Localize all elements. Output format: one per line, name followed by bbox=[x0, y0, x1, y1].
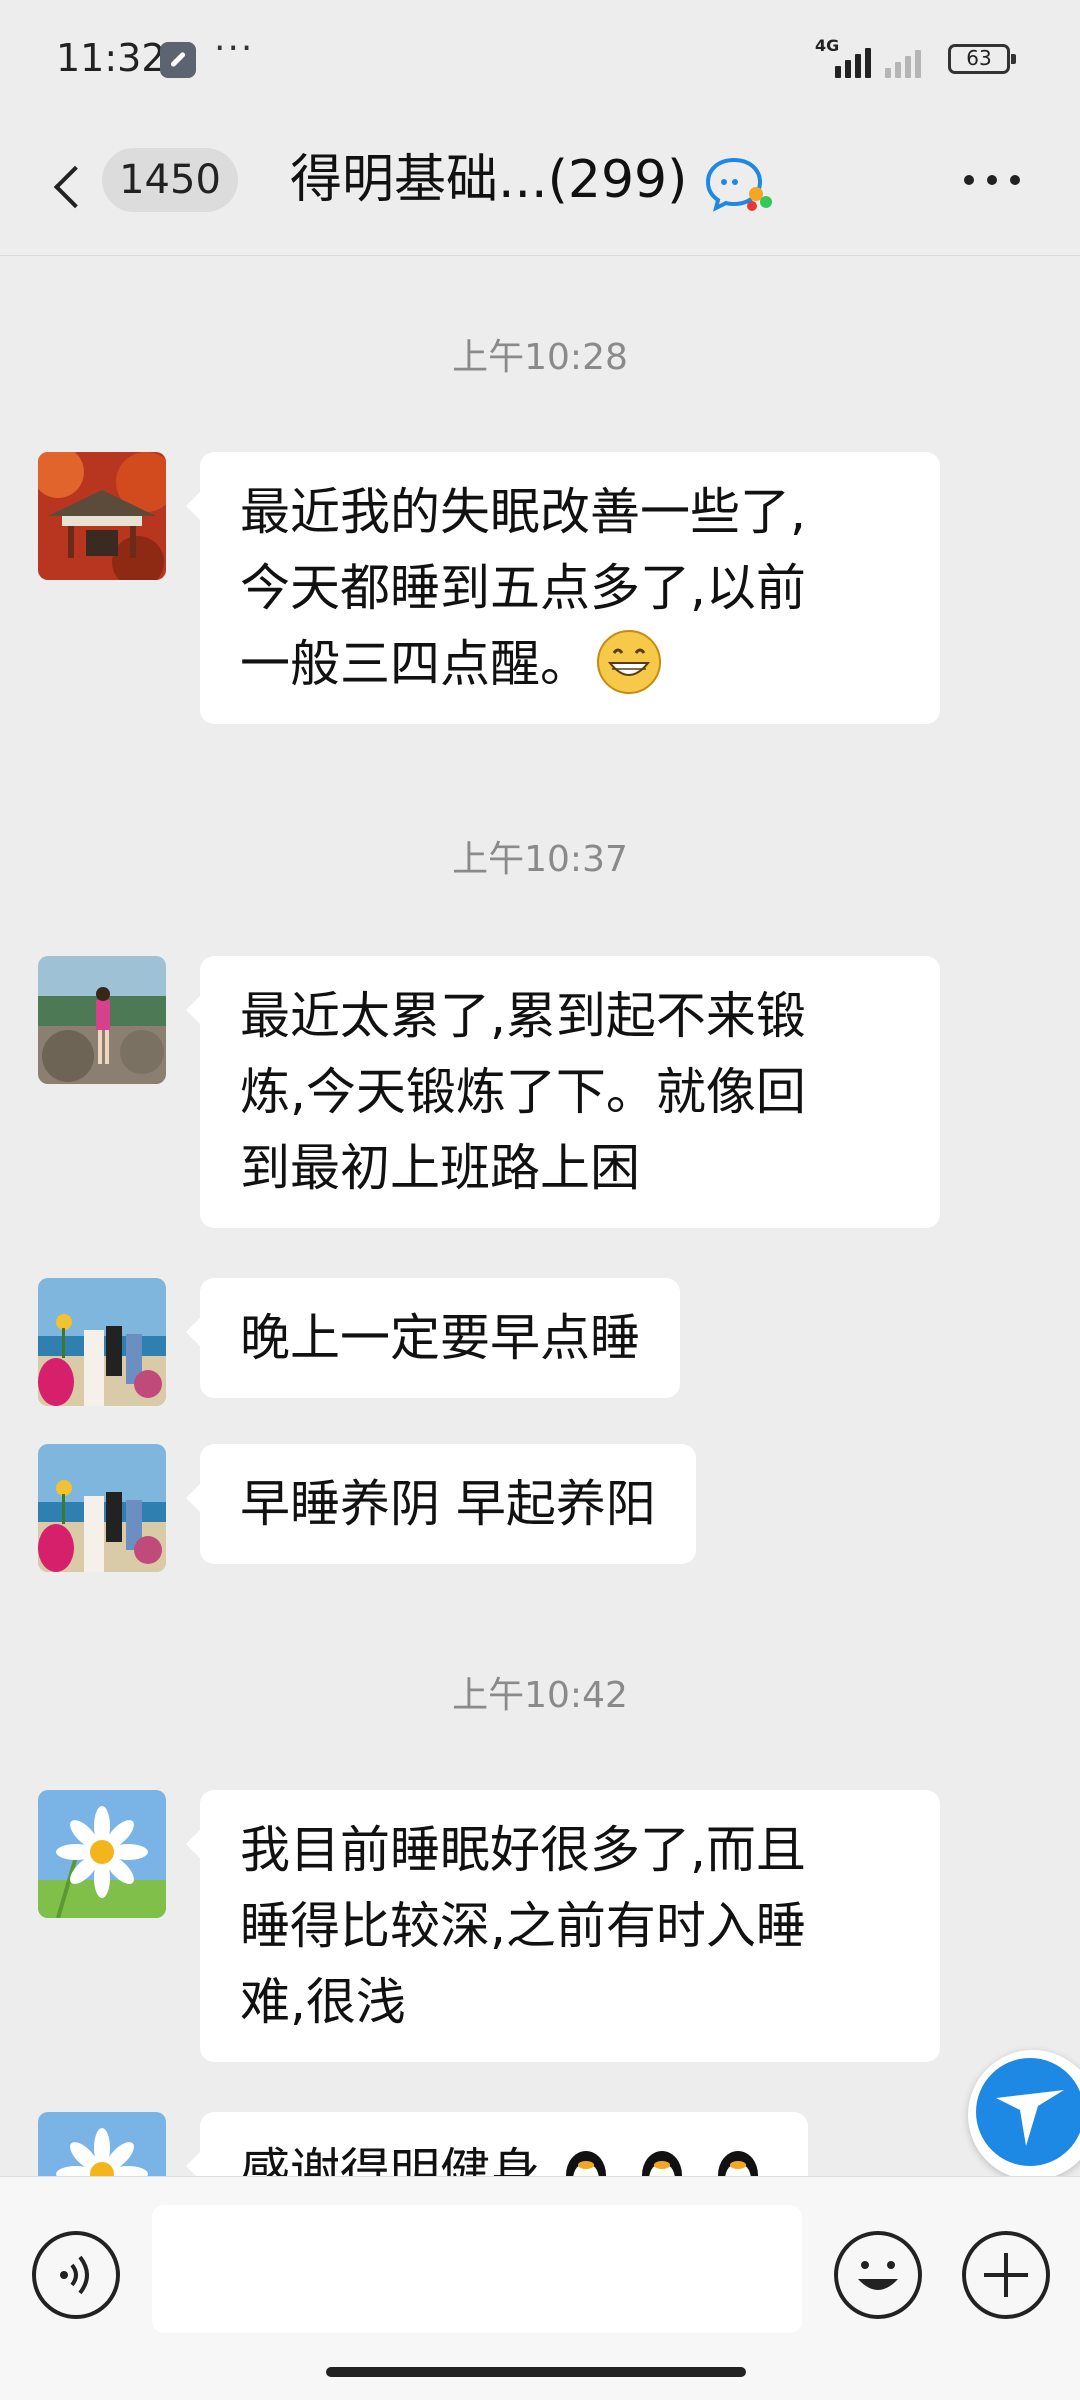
message-line-with-emoji: 一般三四点醒。 bbox=[240, 626, 900, 702]
voice-icon bbox=[60, 2255, 89, 2295]
timestamp: 上午10:28 bbox=[452, 337, 628, 378]
timestamp: 上午10:42 bbox=[452, 1675, 628, 1716]
status-time: 11:32 bbox=[56, 36, 166, 80]
unread-count-badge[interactable]: 1450 bbox=[102, 148, 238, 212]
grinning-face-icon bbox=[597, 630, 661, 694]
avatar[interactable] bbox=[38, 1444, 166, 1572]
avatar[interactable] bbox=[38, 1278, 166, 1406]
message-bubble[interactable]: 最近太累了,累到起不来锻 炼,今天锻炼了下。就像回 到最初上班路上困 bbox=[186, 956, 940, 1228]
status-overflow-icon: ··· bbox=[214, 28, 255, 69]
more-dots-icon[interactable] bbox=[952, 148, 1032, 212]
message-line: 我目前睡眠好很多了,而且 bbox=[240, 1821, 806, 1879]
message-line: 难,很浅 bbox=[240, 1973, 406, 2031]
avatar[interactable] bbox=[38, 956, 166, 1084]
message-line: 一般三四点醒。 bbox=[240, 635, 590, 693]
chat-title[interactable]: 得明基础...(299) bbox=[290, 142, 687, 218]
message-line: 晚上一定要早点睡 bbox=[240, 1309, 640, 1367]
emoji-icon bbox=[858, 2261, 898, 2290]
message-bubble[interactable]: 我目前睡眠好很多了,而且 睡得比较深,之前有时入睡 难,很浅 bbox=[186, 1790, 940, 2062]
floating-assist-button[interactable] bbox=[968, 2050, 1080, 2180]
battery-level: 63 bbox=[966, 46, 992, 70]
message-input-bar bbox=[0, 2176, 1080, 2400]
message-line: 到最初上班路上困 bbox=[240, 1139, 640, 1197]
floating-assist-icon bbox=[976, 2058, 1080, 2166]
battery-icon: 63 bbox=[948, 44, 1016, 74]
chat-header: 1450 得明基础...(299) bbox=[0, 120, 1080, 256]
message-line: 最近我的失眠改善一些了, bbox=[240, 483, 806, 541]
plus-button[interactable] bbox=[962, 2231, 1050, 2319]
back-arrow-icon[interactable] bbox=[48, 152, 88, 224]
wrench-icon bbox=[160, 42, 196, 78]
message-line: 早睡养阴 早起养阳 bbox=[240, 1475, 656, 1533]
message-bubble[interactable]: 最近我的失眠改善一些了, 今天都睡到五点多了,以前 一般三四点醒。 bbox=[186, 452, 940, 724]
voice-input-button[interactable] bbox=[32, 2231, 120, 2319]
chat-screen: 11:32 ··· 4G 63 1450 得明基础...(299) 上午10:2… bbox=[0, 0, 1080, 2400]
message-line: 睡得比较深,之前有时入睡 bbox=[240, 1897, 806, 1955]
message-bubble[interactable]: 早睡养阴 早起养阳 bbox=[186, 1444, 696, 1564]
chat-bubble-badge-icon bbox=[705, 157, 772, 212]
avatar[interactable] bbox=[38, 1790, 166, 1918]
message-line: 最近太累了,累到起不来锻 bbox=[240, 987, 806, 1045]
status-bar: 11:32 ··· 4G 63 bbox=[0, 0, 1080, 120]
home-indicator[interactable] bbox=[326, 2367, 746, 2377]
message-input[interactable] bbox=[152, 2205, 802, 2333]
message-line: 今天都睡到五点多了,以前 bbox=[240, 559, 806, 617]
message-line: 炼,今天锻炼了下。就像回 bbox=[240, 1063, 806, 1121]
message-bubble[interactable]: 晚上一定要早点睡 bbox=[186, 1278, 680, 1398]
timestamp: 上午10:37 bbox=[452, 839, 628, 880]
network-type: 4G bbox=[815, 36, 840, 55]
emoji-button[interactable] bbox=[834, 2231, 922, 2319]
avatar[interactable] bbox=[38, 452, 166, 580]
signal-icon: 4G bbox=[815, 36, 935, 78]
